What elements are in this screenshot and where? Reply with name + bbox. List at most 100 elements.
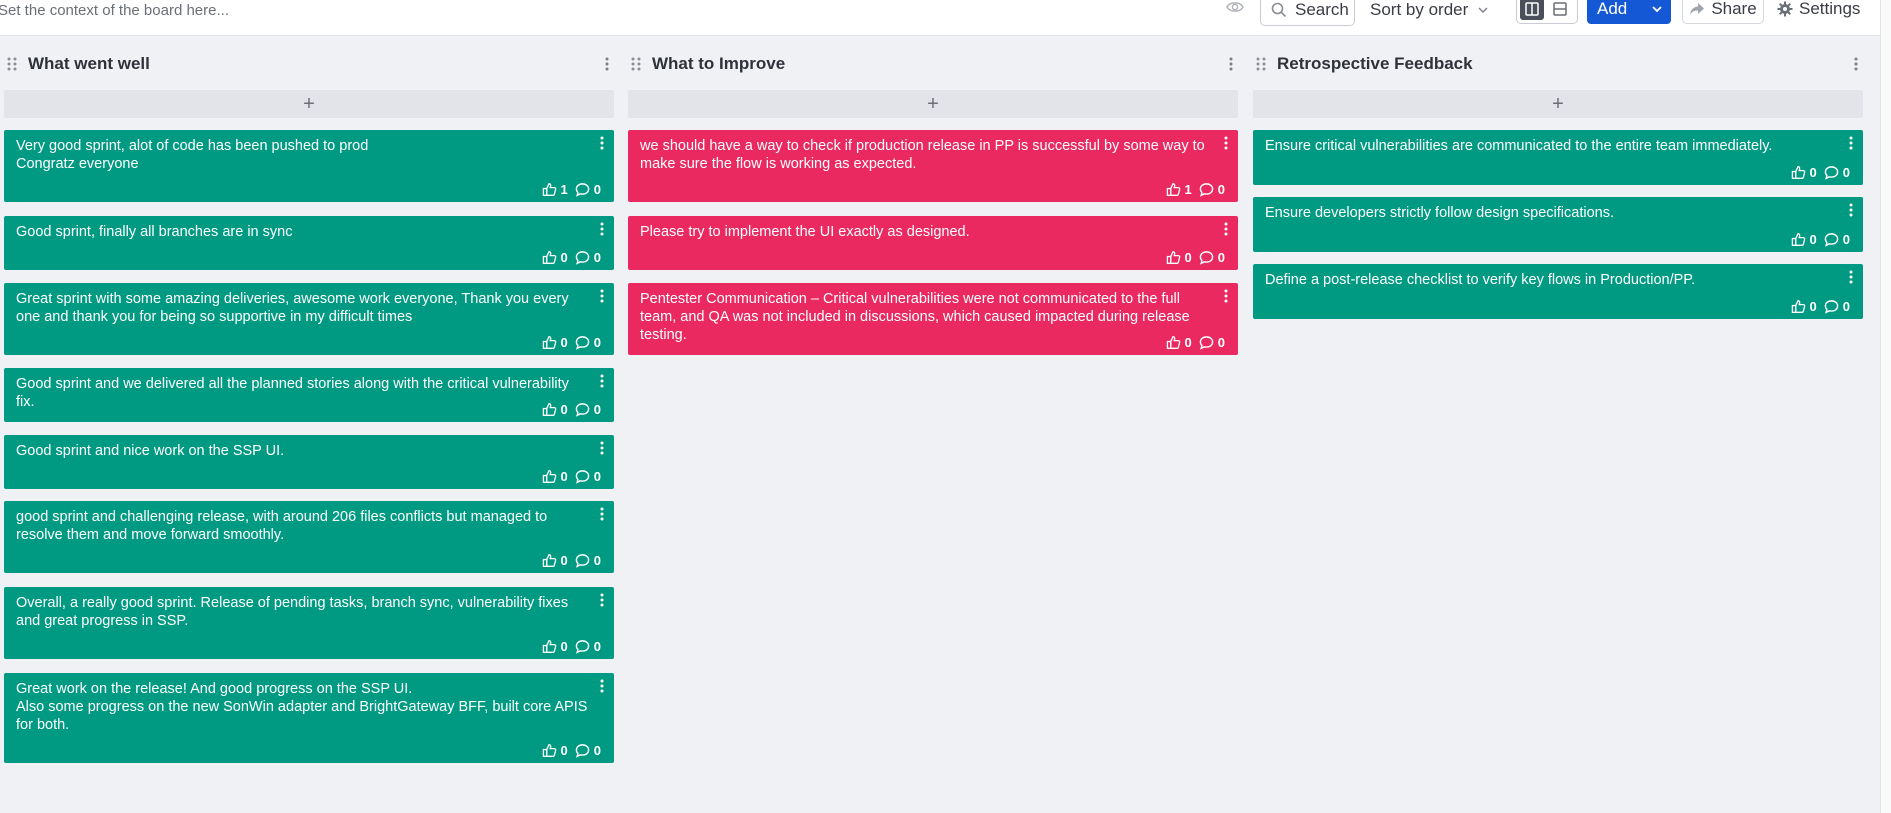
card-text: Good sprint, finally all branches are in… bbox=[16, 224, 293, 240]
rows-view-icon bbox=[1553, 2, 1567, 16]
settings-button[interactable]: Settings bbox=[1777, 0, 1860, 24]
add-button[interactable]: Add bbox=[1587, 0, 1671, 24]
comment-icon[interactable] bbox=[575, 553, 590, 568]
thumbs-up-icon[interactable] bbox=[1166, 182, 1181, 197]
add-card-button[interactable]: + bbox=[1253, 90, 1863, 118]
sort-dropdown[interactable]: Sort by order bbox=[1370, 0, 1488, 26]
thumbs-up-icon[interactable] bbox=[1166, 335, 1181, 350]
rows-view-button[interactable] bbox=[1548, 0, 1572, 20]
column-header: Retrospective Feedback bbox=[1253, 50, 1863, 78]
drag-handle-icon[interactable] bbox=[1255, 56, 1267, 72]
retro-card[interactable]: good sprint and challenging release, wit… bbox=[4, 501, 614, 573]
comment-icon[interactable] bbox=[575, 743, 590, 758]
add-dropdown-toggle[interactable] bbox=[1643, 0, 1671, 24]
comment-icon[interactable] bbox=[1824, 165, 1839, 180]
card-menu-icon[interactable] bbox=[1224, 289, 1228, 303]
card-menu-icon[interactable] bbox=[600, 441, 604, 455]
comment-icon[interactable] bbox=[575, 250, 590, 265]
column-menu-icon[interactable] bbox=[1853, 56, 1859, 72]
like-count: 1 bbox=[1184, 182, 1192, 197]
retro-card[interactable]: Good sprint, finally all branches are in… bbox=[4, 216, 614, 270]
comment-count: 0 bbox=[1217, 250, 1225, 265]
comment-count: 0 bbox=[593, 743, 601, 758]
eye-icon[interactable] bbox=[1226, 0, 1244, 14]
share-button[interactable]: Share bbox=[1682, 0, 1764, 24]
card-text: Define a post-release checklist to verif… bbox=[1265, 272, 1696, 288]
retro-card[interactable]: Good sprint and we delivered all the pla… bbox=[4, 368, 614, 422]
comment-icon[interactable] bbox=[1199, 250, 1214, 265]
thumbs-up-icon[interactable] bbox=[1791, 299, 1806, 314]
comment-icon[interactable] bbox=[575, 335, 590, 350]
retro-card[interactable]: Pentester Communication – Critical vulne… bbox=[628, 283, 1238, 355]
retro-card[interactable]: Very good sprint, alot of code has been … bbox=[4, 130, 614, 202]
card-reactions: 00 bbox=[1166, 250, 1228, 265]
drag-handle-icon[interactable] bbox=[6, 56, 18, 72]
thumbs-up-icon[interactable] bbox=[542, 553, 557, 568]
retro-card[interactable]: Define a post-release checklist to verif… bbox=[1253, 264, 1863, 319]
retro-card[interactable]: Good sprint and nice work on the SSP UI.… bbox=[4, 435, 614, 489]
thumbs-up-icon[interactable] bbox=[1791, 232, 1806, 247]
retro-card[interactable]: Overall, a really good sprint. Release o… bbox=[4, 587, 614, 659]
card-menu-icon[interactable] bbox=[1224, 222, 1228, 236]
board-context-input[interactable] bbox=[0, 0, 498, 20]
comment-count: 0 bbox=[1842, 165, 1850, 180]
comment-icon[interactable] bbox=[575, 402, 590, 417]
columns-view-button[interactable] bbox=[1520, 0, 1544, 20]
retro-card[interactable]: we should have a way to check if product… bbox=[628, 130, 1238, 202]
comment-icon[interactable] bbox=[1199, 182, 1214, 197]
card-reactions: 00 bbox=[542, 639, 604, 654]
column-title: What went well bbox=[28, 54, 150, 73]
thumbs-up-icon[interactable] bbox=[542, 182, 557, 197]
thumbs-up-icon[interactable] bbox=[542, 250, 557, 265]
card-menu-icon[interactable] bbox=[600, 289, 604, 303]
share-label: Share bbox=[1711, 0, 1757, 18]
card-menu-icon[interactable] bbox=[1849, 270, 1853, 284]
comment-icon[interactable] bbox=[575, 182, 590, 197]
comment-icon[interactable] bbox=[575, 469, 590, 484]
like-count: 1 bbox=[560, 182, 568, 197]
retro-card[interactable]: Great sprint with some amazing deliverie… bbox=[4, 283, 614, 355]
search-button[interactable]: Search bbox=[1260, 0, 1355, 26]
card-menu-icon[interactable] bbox=[600, 679, 604, 693]
card-text: Ensure developers strictly follow design… bbox=[1265, 205, 1614, 221]
card-menu-icon[interactable] bbox=[1224, 136, 1228, 150]
thumbs-up-icon[interactable] bbox=[1166, 250, 1181, 265]
card-reactions: 00 bbox=[1791, 165, 1853, 180]
retro-card[interactable]: Great work on the release! And good prog… bbox=[4, 673, 614, 763]
thumbs-up-icon[interactable] bbox=[1791, 165, 1806, 180]
thumbs-up-icon[interactable] bbox=[542, 743, 557, 758]
card-menu-icon[interactable] bbox=[600, 222, 604, 236]
like-count: 0 bbox=[1184, 335, 1192, 350]
column-menu-icon[interactable] bbox=[1228, 56, 1234, 72]
gear-icon bbox=[1777, 1, 1793, 17]
retro-card[interactable]: Ensure critical vulnerabilities are comm… bbox=[1253, 130, 1863, 185]
thumbs-up-icon[interactable] bbox=[542, 639, 557, 654]
page-scrollbar[interactable] bbox=[1880, 0, 1891, 813]
card-menu-icon[interactable] bbox=[600, 136, 604, 150]
card-menu-icon[interactable] bbox=[600, 593, 604, 607]
comment-icon[interactable] bbox=[575, 639, 590, 654]
comment-icon[interactable] bbox=[1824, 299, 1839, 314]
card-reactions: 00 bbox=[1166, 335, 1228, 350]
comment-icon[interactable] bbox=[1199, 335, 1214, 350]
drag-handle-icon[interactable] bbox=[630, 56, 642, 72]
thumbs-up-icon[interactable] bbox=[542, 402, 557, 417]
retro-card[interactable]: Ensure developers strictly follow design… bbox=[1253, 197, 1863, 252]
comment-count: 0 bbox=[593, 469, 601, 484]
comment-count: 0 bbox=[1217, 335, 1225, 350]
retro-card[interactable]: Please try to implement the UI exactly a… bbox=[628, 216, 1238, 270]
card-menu-icon[interactable] bbox=[600, 507, 604, 521]
card-menu-icon[interactable] bbox=[1849, 203, 1853, 217]
add-card-button[interactable]: + bbox=[628, 90, 1238, 118]
column-menu-icon[interactable] bbox=[604, 56, 610, 72]
thumbs-up-icon[interactable] bbox=[542, 469, 557, 484]
card-menu-icon[interactable] bbox=[1849, 136, 1853, 150]
comment-icon[interactable] bbox=[1824, 232, 1839, 247]
card-menu-icon[interactable] bbox=[600, 374, 604, 388]
add-label: Add bbox=[1597, 0, 1628, 18]
thumbs-up-icon[interactable] bbox=[542, 335, 557, 350]
add-card-button[interactable]: + bbox=[4, 90, 614, 118]
like-count: 0 bbox=[1809, 165, 1817, 180]
column-2: Retrospective Feedback + Ensure critical v… bbox=[1253, 50, 1863, 319]
card-text: Overall, a really good sprint. Release o… bbox=[16, 595, 569, 629]
